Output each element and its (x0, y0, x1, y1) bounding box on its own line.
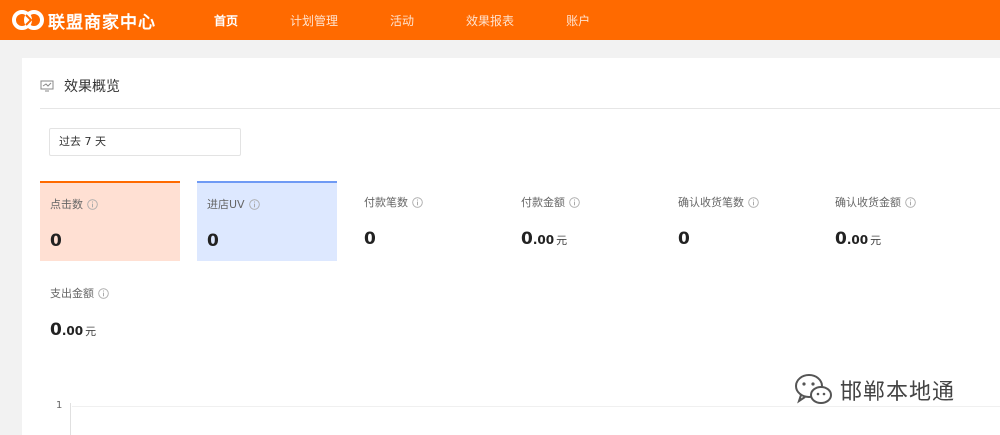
chart-y-axis (70, 403, 71, 435)
metric-value: 0.00 元 (50, 320, 97, 340)
watermark-text: 邯郸本地通 (840, 380, 956, 405)
nav-item-home[interactable]: 首页 (214, 12, 238, 29)
section-header: 效果概览 (40, 76, 120, 96)
metric-expense-amount[interactable]: 支出金额 0.00 元 (40, 272, 180, 352)
metric-label: 点击数 (50, 196, 98, 212)
metric-value: 0.00 元 (835, 229, 882, 249)
watermark: 邯郸本地通 (792, 370, 955, 410)
nav-item-activities[interactable]: 活动 (390, 12, 414, 29)
metric-label: 进店UV (207, 196, 260, 212)
section-divider (40, 108, 1000, 109)
metric-value: 0 (50, 231, 62, 251)
metric-label: 付款金额 (521, 194, 580, 210)
monitor-icon (40, 80, 54, 92)
wechat-icon (795, 374, 832, 404)
metric-value: 0 (364, 229, 376, 249)
metric-confirmed-receipt-amount[interactable]: 确认收货金额 0.00 元 (825, 181, 965, 261)
brand[interactable]: 联盟商家中心 (12, 8, 202, 33)
metric-value: 0.00 元 (521, 229, 568, 249)
metric-label: 确认收货金额 (835, 194, 916, 210)
brand-name: 联盟商家中心 (48, 12, 156, 33)
main-nav: 首页 计划管理 活动 效果报表 账户 (214, 0, 642, 40)
metric-confirmed-receipt-count[interactable]: 确认收货笔数 0 (668, 181, 808, 261)
metric-store-uv[interactable]: 进店UV 0 (197, 181, 337, 261)
nav-item-performance-report[interactable]: 效果报表 (466, 12, 514, 29)
metric-payment-count[interactable]: 付款笔数 0 (354, 181, 494, 261)
info-icon[interactable] (905, 196, 916, 208)
nav-item-plan-management[interactable]: 计划管理 (290, 12, 338, 29)
info-icon[interactable] (412, 196, 423, 208)
date-range-select[interactable]: 过去 7 天 (49, 128, 241, 156)
metric-value: 0 (207, 231, 219, 251)
brand-logo-icon (12, 10, 44, 30)
info-icon[interactable] (569, 196, 580, 208)
top-navigation-bar: 联盟商家中心 首页 计划管理 活动 效果报表 账户 (0, 0, 1000, 40)
info-icon[interactable] (98, 287, 109, 299)
info-icon[interactable] (748, 196, 759, 208)
metric-label: 确认收货笔数 (678, 194, 759, 210)
nav-item-account[interactable]: 账户 (566, 12, 590, 29)
metric-payment-amount[interactable]: 付款金额 0.00 元 (511, 181, 651, 261)
metric-label: 支出金额 (50, 285, 109, 301)
section-title: 效果概览 (64, 79, 120, 95)
chart-y-tick: 1 (56, 400, 63, 411)
metric-label: 付款笔数 (364, 194, 423, 210)
info-icon[interactable] (248, 198, 260, 210)
info-icon[interactable] (87, 198, 98, 210)
metric-clicks[interactable]: 点击数 0 (40, 181, 180, 261)
metric-value: 0 (678, 229, 690, 249)
